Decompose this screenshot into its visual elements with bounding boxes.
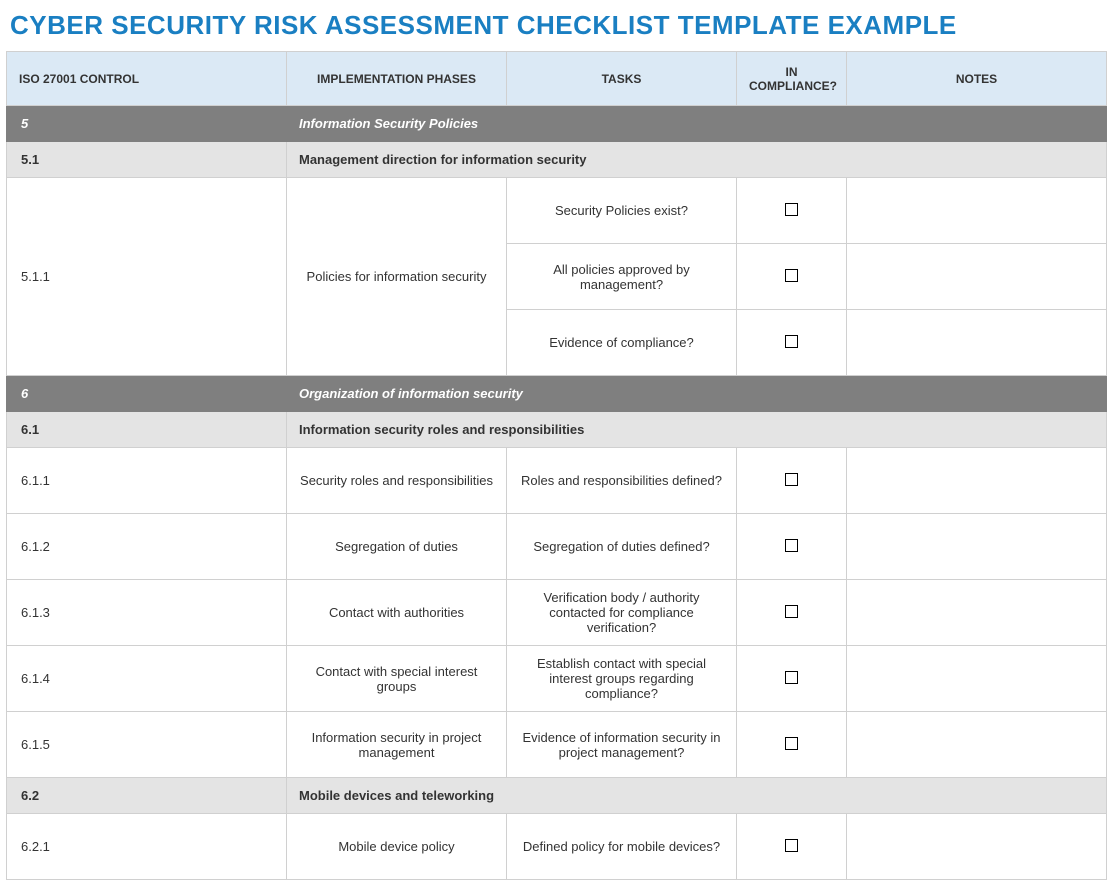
compliance-checkbox[interactable]	[785, 839, 798, 852]
notes-cell[interactable]	[847, 514, 1107, 580]
table-row: 6.1.4Contact with special interest group…	[7, 646, 1107, 712]
section-label: Information security roles and responsib…	[287, 412, 1107, 448]
col-header-notes: NOTES	[847, 52, 1107, 106]
task-cell: Roles and responsibilities defined?	[507, 448, 737, 514]
compliance-checkbox[interactable]	[785, 737, 798, 750]
notes-cell[interactable]	[847, 448, 1107, 514]
implementation-phase-cell: Policies for information security	[287, 178, 507, 376]
notes-cell[interactable]	[847, 244, 1107, 310]
implementation-phase-cell: Contact with special interest groups	[287, 646, 507, 712]
section-label: Information Security Policies	[287, 106, 1107, 142]
notes-cell[interactable]	[847, 310, 1107, 376]
control-id-cell: 6.1.3	[7, 580, 287, 646]
control-id-cell: 6.1.2	[7, 514, 287, 580]
section-number: 5	[7, 106, 287, 142]
task-cell: Evidence of compliance?	[507, 310, 737, 376]
section-header-minor: 6.1Information security roles and respon…	[7, 412, 1107, 448]
header-row: ISO 27001 CONTROL IMPLEMENTATION PHASES …	[7, 52, 1107, 106]
section-label: Mobile devices and teleworking	[287, 778, 1107, 814]
table-row: 6.1.3Contact with authoritiesVerificatio…	[7, 580, 1107, 646]
section-number: 5.1	[7, 142, 287, 178]
compliance-cell	[737, 310, 847, 376]
section-header-major: 5Information Security Policies	[7, 106, 1107, 142]
compliance-cell	[737, 814, 847, 880]
compliance-checkbox[interactable]	[785, 539, 798, 552]
col-header-compliance: IN COMPLIANCE?	[737, 52, 847, 106]
table-row: 6.2.1Mobile device policyDefined policy …	[7, 814, 1107, 880]
compliance-checkbox[interactable]	[785, 335, 798, 348]
task-cell: Verification body / authority contacted …	[507, 580, 737, 646]
notes-cell[interactable]	[847, 580, 1107, 646]
table-row: 6.1.1Security roles and responsibilities…	[7, 448, 1107, 514]
control-id-cell: 6.1.4	[7, 646, 287, 712]
compliance-checkbox[interactable]	[785, 473, 798, 486]
section-number: 6.2	[7, 778, 287, 814]
compliance-cell	[737, 514, 847, 580]
compliance-checkbox[interactable]	[785, 203, 798, 216]
section-number: 6	[7, 376, 287, 412]
section-number: 6.1	[7, 412, 287, 448]
control-id-cell: 5.1.1	[7, 178, 287, 376]
compliance-cell	[737, 580, 847, 646]
compliance-checkbox[interactable]	[785, 671, 798, 684]
implementation-phase-cell: Information security in project manageme…	[287, 712, 507, 778]
compliance-cell	[737, 448, 847, 514]
compliance-cell	[737, 178, 847, 244]
table-row: 6.1.2Segregation of dutiesSegregation of…	[7, 514, 1107, 580]
notes-cell[interactable]	[847, 814, 1107, 880]
task-cell: Segregation of duties defined?	[507, 514, 737, 580]
notes-cell[interactable]	[847, 178, 1107, 244]
implementation-phase-cell: Security roles and responsibilities	[287, 448, 507, 514]
task-cell: All policies approved by management?	[507, 244, 737, 310]
section-header-minor: 5.1Management direction for information …	[7, 142, 1107, 178]
section-label: Management direction for information sec…	[287, 142, 1107, 178]
task-cell: Establish contact with special interest …	[507, 646, 737, 712]
compliance-checkbox[interactable]	[785, 605, 798, 618]
section-label: Organization of information security	[287, 376, 1107, 412]
section-header-minor: 6.2Mobile devices and teleworking	[7, 778, 1107, 814]
notes-cell[interactable]	[847, 646, 1107, 712]
control-id-cell: 6.2.1	[7, 814, 287, 880]
checklist-table: ISO 27001 CONTROL IMPLEMENTATION PHASES …	[6, 51, 1107, 880]
col-header-tasks: TASKS	[507, 52, 737, 106]
control-id-cell: 6.1.1	[7, 448, 287, 514]
table-row: 6.1.5Information security in project man…	[7, 712, 1107, 778]
task-cell: Defined policy for mobile devices?	[507, 814, 737, 880]
col-header-phases: IMPLEMENTATION PHASES	[287, 52, 507, 106]
compliance-cell	[737, 244, 847, 310]
notes-cell[interactable]	[847, 712, 1107, 778]
task-cell: Security Policies exist?	[507, 178, 737, 244]
implementation-phase-cell: Contact with authorities	[287, 580, 507, 646]
implementation-phase-cell: Mobile device policy	[287, 814, 507, 880]
compliance-cell	[737, 712, 847, 778]
implementation-phase-cell: Segregation of duties	[287, 514, 507, 580]
table-row: 5.1.1Policies for information securitySe…	[7, 178, 1107, 244]
control-id-cell: 6.1.5	[7, 712, 287, 778]
col-header-control: ISO 27001 CONTROL	[7, 52, 287, 106]
compliance-checkbox[interactable]	[785, 269, 798, 282]
section-header-major: 6Organization of information security	[7, 376, 1107, 412]
page-title: CYBER SECURITY RISK ASSESSMENT CHECKLIST…	[6, 6, 1107, 51]
compliance-cell	[737, 646, 847, 712]
task-cell: Evidence of information security in proj…	[507, 712, 737, 778]
